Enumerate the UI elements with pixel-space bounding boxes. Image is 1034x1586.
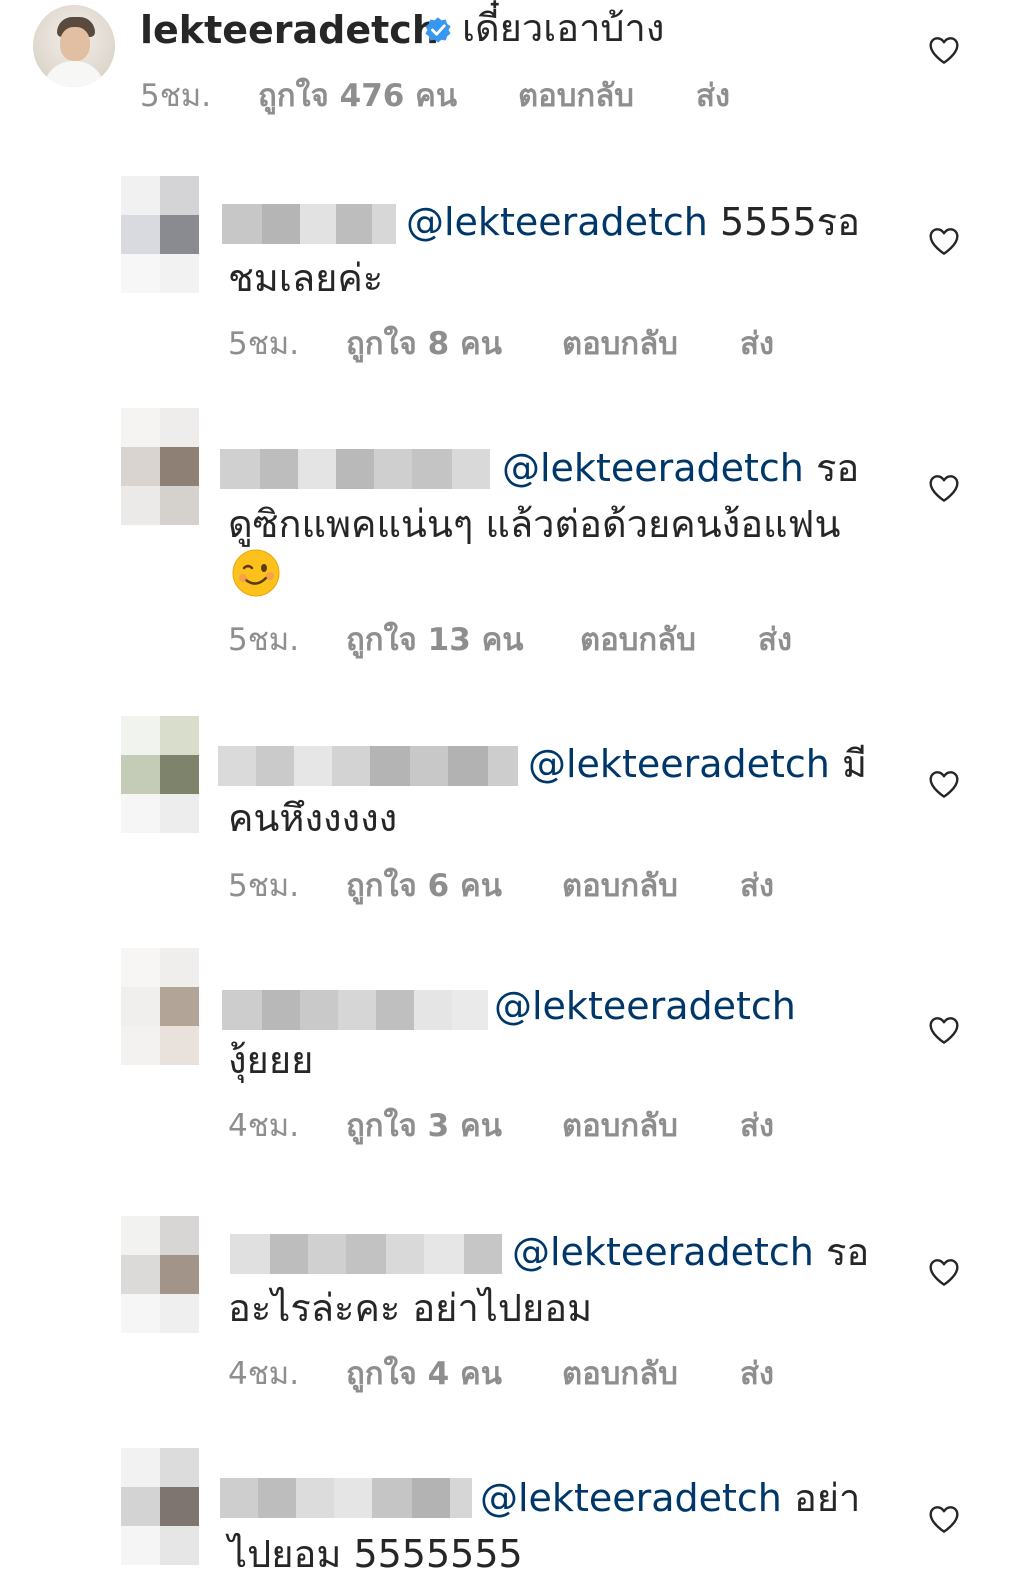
comment-text-line2: ชมเลยค่ะ bbox=[228, 256, 384, 300]
comment-time: 4ชม. bbox=[228, 1356, 300, 1392]
reply-button[interactable]: ตอบกลับ bbox=[562, 324, 678, 364]
send-button[interactable]: ส่ง bbox=[740, 1106, 774, 1146]
reply-button[interactable]: ตอบกลับ bbox=[562, 866, 678, 906]
reply-button[interactable]: ตอบกลับ bbox=[580, 620, 696, 660]
heart-outline-icon[interactable] bbox=[928, 1015, 960, 1045]
likes-count[interactable]: ถูกใจ 3 คน bbox=[346, 1106, 502, 1146]
mention-link[interactable]: @lekteeradetch bbox=[528, 742, 830, 786]
mention-link[interactable]: @lekteeradetch bbox=[494, 984, 796, 1028]
heart-outline-icon[interactable] bbox=[928, 473, 960, 503]
avatar[interactable] bbox=[33, 5, 115, 87]
avatar[interactable] bbox=[121, 716, 199, 833]
likes-count[interactable]: ถูกใจ 476 คน bbox=[258, 76, 457, 116]
reply-comment: @lekteeradetch 5555รอ ชมเลยค่ะ 5ชม. ถูกใ… bbox=[0, 176, 1034, 376]
comment-time: 5ชม. bbox=[228, 868, 300, 904]
blurred-username[interactable] bbox=[222, 204, 396, 244]
reply-comment: @lekteeradetch รอ อะไรล่ะคะ อย่าไปยอม 4ช… bbox=[0, 1216, 1034, 1416]
comment-text: @lekteeradetch อย่า bbox=[480, 1476, 861, 1520]
blurred-username[interactable] bbox=[222, 990, 488, 1030]
comment-time: 5ชม. bbox=[228, 622, 300, 658]
blurred-username[interactable] bbox=[220, 449, 490, 489]
comment-text-line2: งุ้ยยย bbox=[228, 1038, 314, 1082]
likes-count[interactable]: ถูกใจ 8 คน bbox=[346, 324, 502, 364]
comment-text: @lekteeradetch มี bbox=[528, 742, 868, 786]
heart-outline-icon[interactable] bbox=[928, 226, 960, 256]
heart-outline-icon[interactable] bbox=[928, 35, 960, 65]
likes-count[interactable]: ถูกใจ 13 คน bbox=[346, 620, 524, 660]
reply-comment: @lekteeradetch มี คนหึงงงงง 5ชม. ถูกใจ 6… bbox=[0, 716, 1034, 916]
blurred-username[interactable] bbox=[230, 1234, 502, 1274]
mention-link[interactable]: @lekteeradetch bbox=[502, 446, 804, 490]
comment-text: เดี๋ยวเอาบ้าง bbox=[462, 6, 665, 50]
mention-link[interactable]: @lekteeradetch bbox=[480, 1476, 782, 1520]
heart-outline-icon[interactable] bbox=[928, 1504, 960, 1534]
reply-button[interactable]: ตอบกลับ bbox=[562, 1354, 678, 1394]
heart-outline-icon[interactable] bbox=[928, 769, 960, 799]
comment-text-line2: ดูซิกแพคแน่นๆ แล้วต่อด้วยคนง้อแฟน bbox=[228, 502, 841, 546]
winking-face-emoji-icon bbox=[232, 549, 280, 597]
reply-comment: @lekteeradetch รอ ดูซิกแพคแน่นๆ แล้วต่อด… bbox=[0, 408, 1034, 678]
reply-button[interactable]: ตอบกลับ bbox=[562, 1106, 678, 1146]
comment-username[interactable]: lekteeradetch bbox=[140, 4, 439, 56]
comment-text: @lekteeradetch รอ bbox=[502, 446, 860, 490]
comment-text: @lekteeradetch 5555รอ bbox=[406, 200, 860, 244]
comment-text: @lekteeradetch รอ bbox=[512, 1230, 870, 1274]
likes-count[interactable]: ถูกใจ 4 คน bbox=[346, 1354, 502, 1394]
verified-badge-icon bbox=[425, 17, 451, 43]
avatar[interactable] bbox=[121, 1448, 199, 1565]
heart-outline-icon[interactable] bbox=[928, 1257, 960, 1287]
send-button[interactable]: ส่ง bbox=[740, 866, 774, 906]
avatar[interactable] bbox=[121, 1216, 199, 1333]
comment-text-line2: ไปยอม 5555555 bbox=[228, 1532, 523, 1576]
comment-text-line2: อะไรล่ะคะ อย่าไปยอม bbox=[228, 1286, 593, 1330]
mention-link[interactable]: @lekteeradetch bbox=[406, 200, 708, 244]
likes-count[interactable]: ถูกใจ 6 คน bbox=[346, 866, 502, 906]
reply-button[interactable]: ตอบกลับ bbox=[518, 76, 634, 116]
comment-time: 5ชม. bbox=[140, 78, 212, 114]
comment-text-line2: คนหึงงงงง bbox=[228, 796, 398, 840]
mention-link[interactable]: @lekteeradetch bbox=[512, 1230, 814, 1274]
comment-time: 5ชม. bbox=[228, 326, 300, 362]
avatar[interactable] bbox=[121, 176, 199, 293]
blurred-username[interactable] bbox=[218, 746, 518, 786]
send-button[interactable]: ส่ง bbox=[740, 324, 774, 364]
reply-comment: @lekteeradetch งุ้ยยย 4ชม. ถูกใจ 3 คน ตอ… bbox=[0, 948, 1034, 1148]
comment-text: @lekteeradetch bbox=[494, 980, 796, 1032]
avatar[interactable] bbox=[121, 948, 199, 1065]
send-button[interactable]: ส่ง bbox=[758, 620, 792, 660]
reply-comment: @lekteeradetch อย่า ไปยอม 5555555 bbox=[0, 1448, 1034, 1586]
avatar[interactable] bbox=[121, 408, 199, 525]
send-button[interactable]: ส่ง bbox=[696, 76, 730, 116]
main-comment: lekteeradetch เดี๋ยวเอาบ้าง 5ชม. ถูกใจ 4… bbox=[0, 0, 1034, 130]
blurred-username[interactable] bbox=[220, 1478, 472, 1518]
send-button[interactable]: ส่ง bbox=[740, 1354, 774, 1394]
comment-time: 4ชม. bbox=[228, 1108, 300, 1144]
